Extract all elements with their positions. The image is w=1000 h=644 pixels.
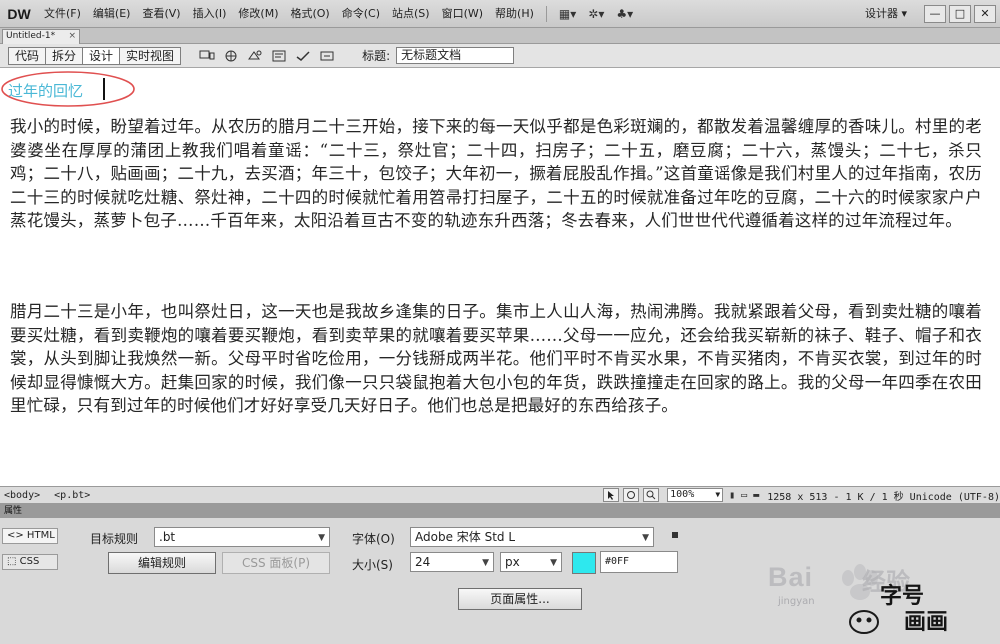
size-select[interactable]: 24 ▼ <box>410 552 494 572</box>
layout-menu-icon[interactable]: ▦▾ <box>553 7 582 21</box>
menu-insert[interactable]: 插入(I) <box>187 3 233 25</box>
document-toolbar: 代码 拆分 设计 实时视图 标题: 无标题文档 <box>0 44 1000 68</box>
chevron-down-icon: ▼ <box>715 490 721 499</box>
minimize-button[interactable]: — <box>924 4 946 23</box>
size-value: 24 <box>415 555 431 569</box>
watermark-account-line2: 画画 <box>904 610 949 635</box>
chevron-down-icon: ▼ <box>482 558 489 568</box>
edit-rule-button[interactable]: 编辑规则 <box>108 552 216 574</box>
size-unit-value: px <box>505 555 520 569</box>
target-rule-value: .bt <box>159 530 176 544</box>
color-swatch[interactable] <box>572 552 596 574</box>
maximize-button[interactable]: □ <box>949 4 971 23</box>
document-tab[interactable]: Untitled-1* × <box>2 29 80 44</box>
check-browser-icon[interactable] <box>318 47 336 65</box>
menu-file[interactable]: 文件(F) <box>38 3 87 25</box>
watermark-brand: Bai <box>768 562 814 592</box>
css-panel-button[interactable]: CSS 面板(P) <box>222 552 330 574</box>
target-rule-label: 目标规则 <box>90 532 139 546</box>
chevron-down-icon: ▼ <box>550 558 557 568</box>
heading-highlight-circle <box>1 71 135 107</box>
window-size-info: 1258 x 513 - 1 K / 1 秒 Unicode (UTF-8) <box>767 491 1000 503</box>
design-view[interactable]: 过年的回忆 我小的时候，盼望着过年。从农历的腊月二十三开始，接下来的每一天似乎都… <box>0 68 1000 486</box>
paragraph-1[interactable]: 我小的时候，盼望着过年。从农历的腊月二十三开始，接下来的每一天似乎都是色彩斑斓的… <box>10 115 982 233</box>
menu-format[interactable]: 格式(O) <box>284 3 335 25</box>
code-view-button[interactable]: 代码 <box>8 46 47 65</box>
paragraph-2[interactable]: 腊月二十三是小年，也叫祭灶日，这一天也是我故乡逢集的日子。集市上人山人海，热闹沸… <box>10 300 982 418</box>
hand-tool-icon[interactable] <box>623 488 640 502</box>
design-view-button[interactable]: 设计 <box>82 46 121 65</box>
css-mode-button[interactable]: ⬚ CSS <box>2 554 58 570</box>
site-menu-icon[interactable]: ♣▾ <box>610 7 639 21</box>
watermark-url: jingyan <box>778 596 815 607</box>
menu-commands[interactable]: 命令(C) <box>336 3 386 25</box>
visual-aids-icon[interactable] <box>270 47 288 65</box>
multiscreen-icon[interactable] <box>198 47 216 65</box>
size-unit-select[interactable]: px ▼ <box>500 552 562 572</box>
preview-browser-icon[interactable] <box>222 47 240 65</box>
extensions-menu-icon[interactable]: ✲▾ <box>582 7 610 21</box>
desktop-size-icon[interactable]: ▬ <box>753 490 759 501</box>
page-properties-button[interactable]: 页面属性... <box>458 588 582 610</box>
mobile-size-icon[interactable]: ▮ <box>729 490 735 501</box>
zoom-value: 100% <box>670 489 695 500</box>
font-value: Adobe 宋体 Std L <box>415 530 516 544</box>
zoom-select[interactable]: 100% ▼ <box>667 488 724 502</box>
color-value-field[interactable]: #0FF <box>600 551 678 573</box>
font-select[interactable]: Adobe 宋体 Std L ▼ <box>410 527 654 547</box>
page-title-input[interactable]: 无标题文档 <box>396 47 515 64</box>
chevron-down-icon: ▼ <box>318 533 325 543</box>
menu-view[interactable]: 查看(V) <box>136 3 186 25</box>
menu-window[interactable]: 窗口(W) <box>436 3 489 25</box>
select-tool-icon[interactable] <box>603 488 620 502</box>
menu-modify[interactable]: 修改(M) <box>232 3 284 25</box>
menu-bar: DW 文件(F) 编辑(E) 查看(V) 插入(I) 修改(M) 格式(O) 命… <box>0 0 1000 28</box>
html-mode-button[interactable]: <> HTML <box>2 528 58 544</box>
file-management-icon[interactable] <box>246 47 264 65</box>
tag-body[interactable]: <body> <box>4 490 40 501</box>
menu-help[interactable]: 帮助(H) <box>489 3 540 25</box>
status-bar: <body> <p.bt> 100% ▼ ▮ ▭ ▬ 1258 x 513 - … <box>0 486 1000 504</box>
properties-panel: <> HTML ⬚ CSS 目标规则 .bt ▼ 编辑规则 CSS 面板(P) … <box>0 518 1000 644</box>
dreamweaver-logo: DW <box>7 5 31 22</box>
document-tab-label: Untitled-1* <box>6 31 56 41</box>
menu-site[interactable]: 站点(S) <box>386 3 436 25</box>
title-label: 标题: <box>362 49 391 63</box>
chevron-down-icon: ▼ <box>642 533 649 543</box>
validate-markup-icon[interactable] <box>294 47 312 65</box>
tag-selector: <body> <p.bt> <box>0 490 98 501</box>
tag-p-bt[interactable]: <p.bt> <box>54 490 90 501</box>
zoom-tool-icon[interactable] <box>643 488 660 502</box>
live-view-button[interactable]: 实时视图 <box>119 46 182 65</box>
font-style-icon[interactable] <box>672 532 678 538</box>
size-label: 大小(S) <box>352 558 393 572</box>
watermark-account-line1: 字号 <box>880 584 925 609</box>
workspace-switcher[interactable]: 设计器 ▾ <box>859 4 913 24</box>
tablet-size-icon[interactable]: ▭ <box>741 490 747 501</box>
properties-header: 属性 <box>0 504 1000 518</box>
menu-separator <box>545 5 547 22</box>
close-window-button[interactable]: ✕ <box>974 4 996 23</box>
menu-edit[interactable]: 编辑(E) <box>87 3 137 25</box>
font-label: 字体(O) <box>352 532 395 546</box>
split-view-button[interactable]: 拆分 <box>45 46 84 65</box>
document-tab-bar: Untitled-1* × <box>0 28 1000 44</box>
tab-close-icon[interactable]: × <box>68 30 76 43</box>
target-rule-select[interactable]: .bt ▼ <box>154 527 330 547</box>
